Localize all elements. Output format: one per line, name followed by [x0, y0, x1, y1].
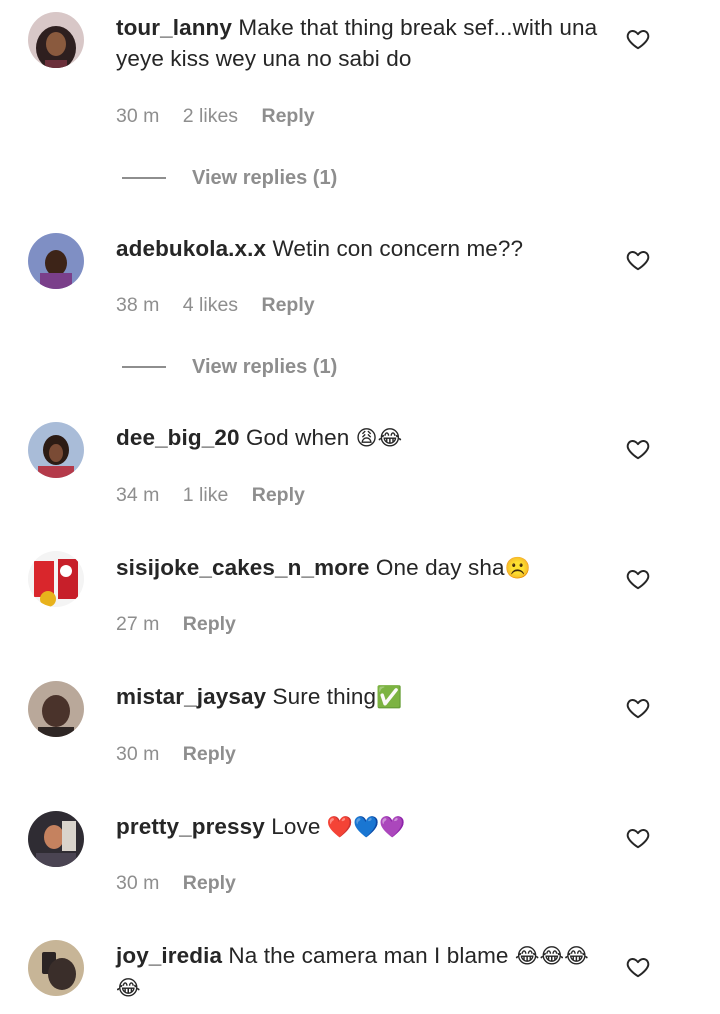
comment-emoji: 😩😂: [355, 426, 403, 450]
avatar[interactable]: [28, 233, 84, 289]
comment-time: 34 m: [116, 484, 160, 506]
like-heart-icon[interactable]: [625, 26, 651, 52]
comment-body: God when: [245, 425, 356, 450]
replies-divider: [122, 177, 166, 179]
comment-meta: 30 m Reply: [116, 739, 254, 769]
comment-emoji: ☹️: [504, 556, 531, 580]
comment-body: One day sha: [375, 555, 505, 580]
comment-body: Love: [271, 814, 327, 839]
avatar[interactable]: [28, 422, 84, 478]
comment-meta: 30 m Reply: [116, 868, 254, 898]
comment-username[interactable]: joy_iredia: [116, 943, 222, 968]
like-heart-icon[interactable]: [625, 825, 651, 851]
avatar[interactable]: [28, 811, 84, 867]
comment-text: adebukola.x.x Wetin con concern me??: [116, 233, 606, 264]
comment-username[interactable]: dee_big_20: [116, 425, 240, 450]
avatar[interactable]: [28, 551, 84, 607]
like-heart-icon[interactable]: [625, 695, 651, 721]
avatar[interactable]: [28, 681, 84, 737]
avatar[interactable]: [28, 940, 84, 996]
comment-time: 30 m: [116, 105, 160, 127]
reply-button[interactable]: Reply: [183, 872, 236, 894]
like-heart-icon[interactable]: [625, 566, 651, 592]
comment-text: sisijoke_cakes_n_more One day sha☹️: [116, 552, 606, 584]
view-replies-label: View replies (1): [192, 167, 338, 189]
like-heart-icon[interactable]: [625, 954, 651, 980]
comment-likes[interactable]: 4 likes: [183, 294, 238, 316]
comment-text: mistar_jaysay Sure thing✅: [116, 681, 606, 713]
comment-time: 27 m: [116, 613, 160, 635]
comment-likes[interactable]: 2 likes: [183, 105, 238, 127]
comment-username[interactable]: tour_lanny: [116, 15, 232, 40]
comment-text: pretty_pressy Love ❤️💙💜: [116, 811, 606, 843]
comment-emoji: ❤️💙💜: [326, 815, 406, 839]
avatar[interactable]: [28, 12, 84, 68]
comment-emoji: ✅: [376, 685, 403, 709]
reply-button[interactable]: Reply: [261, 105, 314, 127]
comment-meta: 38 m 4 likes Reply: [116, 290, 333, 320]
comment-body: Na the camera man I blame: [228, 943, 515, 968]
view-replies-label: View replies (1): [192, 356, 338, 378]
comment-text: joy_iredia Na the camera man I blame 😂😂😂…: [116, 940, 606, 1004]
comment-username[interactable]: adebukola.x.x: [116, 236, 266, 261]
reply-button[interactable]: Reply: [252, 484, 305, 506]
reply-button[interactable]: Reply: [261, 294, 314, 316]
replies-divider: [122, 366, 166, 368]
comment-body: Sure thing: [272, 684, 377, 709]
comment-meta: 34 m 1 like Reply: [116, 480, 323, 510]
comment-meta: 27 m Reply: [116, 609, 254, 639]
comment-likes[interactable]: 1 like: [183, 484, 229, 506]
comment-username[interactable]: sisijoke_cakes_n_more: [116, 555, 370, 580]
reply-button[interactable]: Reply: [183, 613, 236, 635]
comment-time: 30 m: [116, 743, 160, 765]
comment-time: 38 m: [116, 294, 160, 316]
comment-body: Wetin con concern me??: [272, 236, 524, 261]
like-heart-icon[interactable]: [625, 436, 651, 462]
comment-meta: 30 m 2 likes Reply: [116, 101, 333, 131]
reply-button[interactable]: Reply: [183, 743, 236, 765]
comment-time: 30 m: [116, 872, 160, 894]
comment-text: tour_lanny Make that thing break sef...w…: [116, 12, 606, 74]
comment-username[interactable]: pretty_pressy: [116, 814, 265, 839]
comment-username[interactable]: mistar_jaysay: [116, 684, 266, 709]
like-heart-icon[interactable]: [625, 247, 651, 273]
comment-text: dee_big_20 God when 😩😂: [116, 422, 606, 454]
